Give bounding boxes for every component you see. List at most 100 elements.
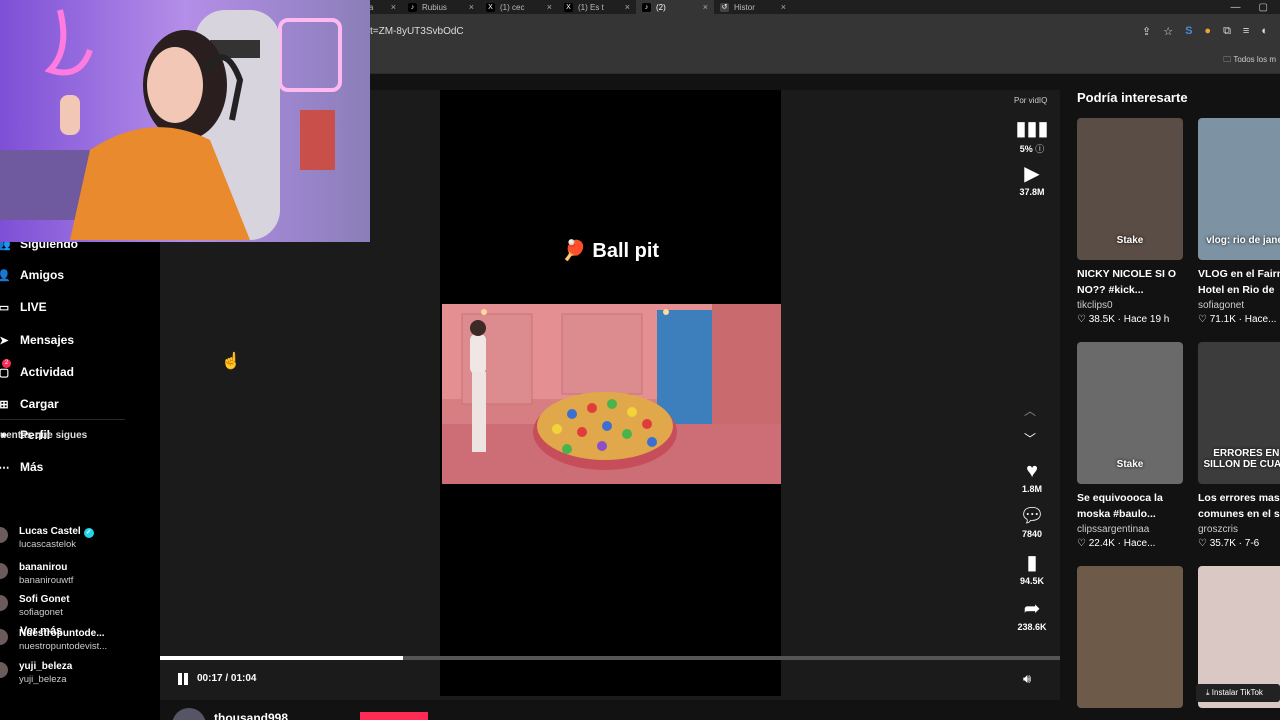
- video-thumbnail[interactable]: [1077, 566, 1183, 708]
- close-icon[interactable]: ×: [469, 2, 474, 12]
- sidebar-item-mensajes[interactable]: ➤ Mensajes: [0, 333, 74, 347]
- sidebar-item-ms[interactable]: ⋯ Más: [0, 460, 43, 474]
- account-name-text: Sofi Gonet: [19, 594, 70, 605]
- following-accounts-title: uentas que sigues: [0, 430, 88, 441]
- see-more-link[interactable]: Ver más: [20, 625, 62, 637]
- comment-icon: 💬︎: [1019, 505, 1045, 527]
- next-video-icon[interactable]: ﹀: [1024, 430, 1036, 447]
- x-logo-icon: X: [486, 2, 495, 12]
- recommended-card[interactable]: ERRORES EN E SILLON DE CUADRI Los errores…: [1198, 342, 1280, 549]
- sidebar-item-label: Más: [20, 460, 44, 474]
- video-thumbnail[interactable]: Stake: [1077, 342, 1183, 484]
- followed-account[interactable]: Lucas Castel ✓ lucascastelok: [0, 524, 160, 554]
- avatar: [0, 595, 8, 611]
- follow-button[interactable]: [360, 712, 428, 720]
- total-duration: 01:04: [230, 673, 257, 684]
- video-thumbnail[interactable]: vlog: rio de janeiro: [1198, 118, 1280, 260]
- account-handle: sofiagonet: [19, 607, 63, 618]
- browser-tab[interactable]: ♪ (2) ×: [636, 0, 714, 14]
- install-label: Instalar TikTok: [1211, 688, 1263, 697]
- sidebar-item-label: LIVE: [20, 300, 47, 314]
- sidebar-item-amigos[interactable]: 👤 Amigos: [0, 268, 64, 282]
- heart-icon: ♥: [1026, 460, 1038, 482]
- extension-s-icon[interactable]: S: [1185, 25, 1192, 38]
- previous-video-icon[interactable]: ︿: [1024, 402, 1036, 419]
- pause-button[interactable]: [176, 672, 190, 686]
- sidebar-item-cargar[interactable]: ⊞ Cargar: [0, 397, 59, 411]
- card-user[interactable]: clipssargentinaa: [1077, 524, 1183, 535]
- url-field[interactable]: t=ZM-8yUT3SvbOdC: [370, 26, 464, 37]
- video-content[interactable]: [442, 304, 781, 484]
- bookmark-star-icon[interactable]: ☆: [1163, 25, 1173, 38]
- card-title-line2: Hotel en Rio de: [1198, 284, 1275, 296]
- x-logo-icon: X: [564, 2, 573, 12]
- browser-tab[interactable]: X (1) Es t ×: [558, 0, 636, 14]
- browser-tab[interactable]: ♪ Rubius ×: [402, 0, 480, 14]
- account-name-text: yuji_beleza: [19, 661, 73, 672]
- views-button[interactable]: ▶ 37.8M: [1010, 163, 1054, 197]
- followed-account[interactable]: bananirou bananirouwtf: [0, 560, 160, 590]
- maximize-icon[interactable]: ▢: [1259, 2, 1268, 13]
- save-button[interactable]: ▮ 94.5K: [1010, 552, 1054, 586]
- bookmark-icon: ▮: [1026, 552, 1038, 574]
- card-user[interactable]: groszcris: [1198, 524, 1280, 535]
- sidebar-item-label: Mensajes: [20, 333, 75, 347]
- comment-button[interactable]: 💬︎ 7840: [1010, 505, 1054, 539]
- recommended-card[interactable]: Stake NICKY NICOLE SI O NO?? #kick... tikcl…: [1077, 118, 1183, 325]
- live-icon: ▭: [0, 301, 10, 314]
- heart-outline-icon: ♡: [1077, 314, 1089, 325]
- card-stats: ♡ 38.5K · Hace 19 h: [1077, 314, 1183, 325]
- followed-account[interactable]: yuji_beleza yuji_beleza: [0, 659, 160, 689]
- pause-icon: [178, 673, 182, 685]
- card-user[interactable]: sofiagonet: [1198, 300, 1280, 311]
- volume-icon[interactable]: 🔊︎: [1023, 671, 1031, 687]
- heart-outline-icon: ♡: [1198, 538, 1210, 549]
- recommended-card[interactable]: vlog: rio de janeiro VLOG en el Fairm Hote…: [1198, 118, 1280, 325]
- close-icon[interactable]: ×: [625, 2, 630, 12]
- bar-chart-icon: ▮▮▮: [1015, 118, 1049, 140]
- followed-account[interactable]: Sofi Gonet sofiagonet: [0, 592, 160, 622]
- card-title-line2: NO?? #kick...: [1077, 284, 1144, 296]
- extensions-puzzle-icon[interactable]: ⧉: [1223, 25, 1231, 38]
- card-title-line2: comunes en el si: [1198, 508, 1280, 520]
- account-name: yuji_beleza: [19, 661, 72, 672]
- media-controls-icon[interactable]: ≡: [1243, 25, 1249, 38]
- minimize-icon[interactable]: —: [1231, 2, 1241, 13]
- activity-icon: ▢: [0, 366, 10, 379]
- browser-tab-label: Rubius: [422, 2, 447, 12]
- card-user[interactable]: tikclips0: [1077, 300, 1183, 311]
- avatar: [0, 563, 8, 579]
- share-button[interactable]: ➦ 238.6K: [1010, 598, 1054, 632]
- heart-outline-icon: ♡: [1198, 314, 1210, 325]
- video-thumbnail[interactable]: Stake: [1077, 118, 1183, 260]
- all-bookmarks-button[interactable]: 🗀 Todos los m: [1223, 54, 1276, 68]
- account-name: Sofi Gonet: [19, 594, 70, 605]
- card-stats: ♡ 35.7K · 7-6: [1198, 538, 1280, 549]
- author-name[interactable]: thousand998: [214, 711, 288, 720]
- recommended-card[interactable]: Stake Se equivoooca la moska #baulo... clip…: [1077, 342, 1183, 549]
- close-icon[interactable]: ×: [781, 2, 786, 12]
- account-name: bananirou: [19, 562, 67, 573]
- browser-tab-label: (2): [656, 2, 666, 12]
- cast-icon[interactable]: ⇪: [1142, 25, 1151, 38]
- progress-bar[interactable]: [160, 656, 1060, 660]
- sidebar-item-actividad[interactable]: ▢ Actividad: [0, 365, 74, 379]
- close-icon[interactable]: ×: [391, 2, 396, 12]
- vidiq-score-button[interactable]: ▮▮▮ 5% ⓘ: [1010, 118, 1054, 155]
- ball-pit-scene: [442, 304, 781, 484]
- profile-icon[interactable]: ◐: [1261, 25, 1268, 38]
- video-thumbnail[interactable]: ERRORES EN E SILLON DE CUADRI: [1198, 342, 1280, 484]
- shares-count: 238.6K: [1017, 622, 1047, 632]
- sidebar-item-live[interactable]: ▭ LIVE: [0, 300, 47, 314]
- recommended-card[interactable]: [1077, 566, 1183, 708]
- extension-color-icon[interactable]: ●: [1204, 25, 1211, 38]
- card-title-line1: VLOG en el Fairm: [1198, 268, 1280, 280]
- share-arrow-icon: ➦: [1023, 598, 1041, 620]
- close-icon[interactable]: ×: [703, 2, 708, 12]
- install-tiktok-button[interactable]: ⤓ Instalar TikTok: [1196, 684, 1280, 702]
- browser-tab[interactable]: X (1) cec ×: [480, 0, 558, 14]
- avatar: [0, 629, 8, 645]
- close-icon[interactable]: ×: [547, 2, 552, 12]
- browser-tab[interactable]: ↺ Histor ×: [714, 0, 792, 14]
- like-button[interactable]: ♥ 1.8M: [1010, 460, 1054, 494]
